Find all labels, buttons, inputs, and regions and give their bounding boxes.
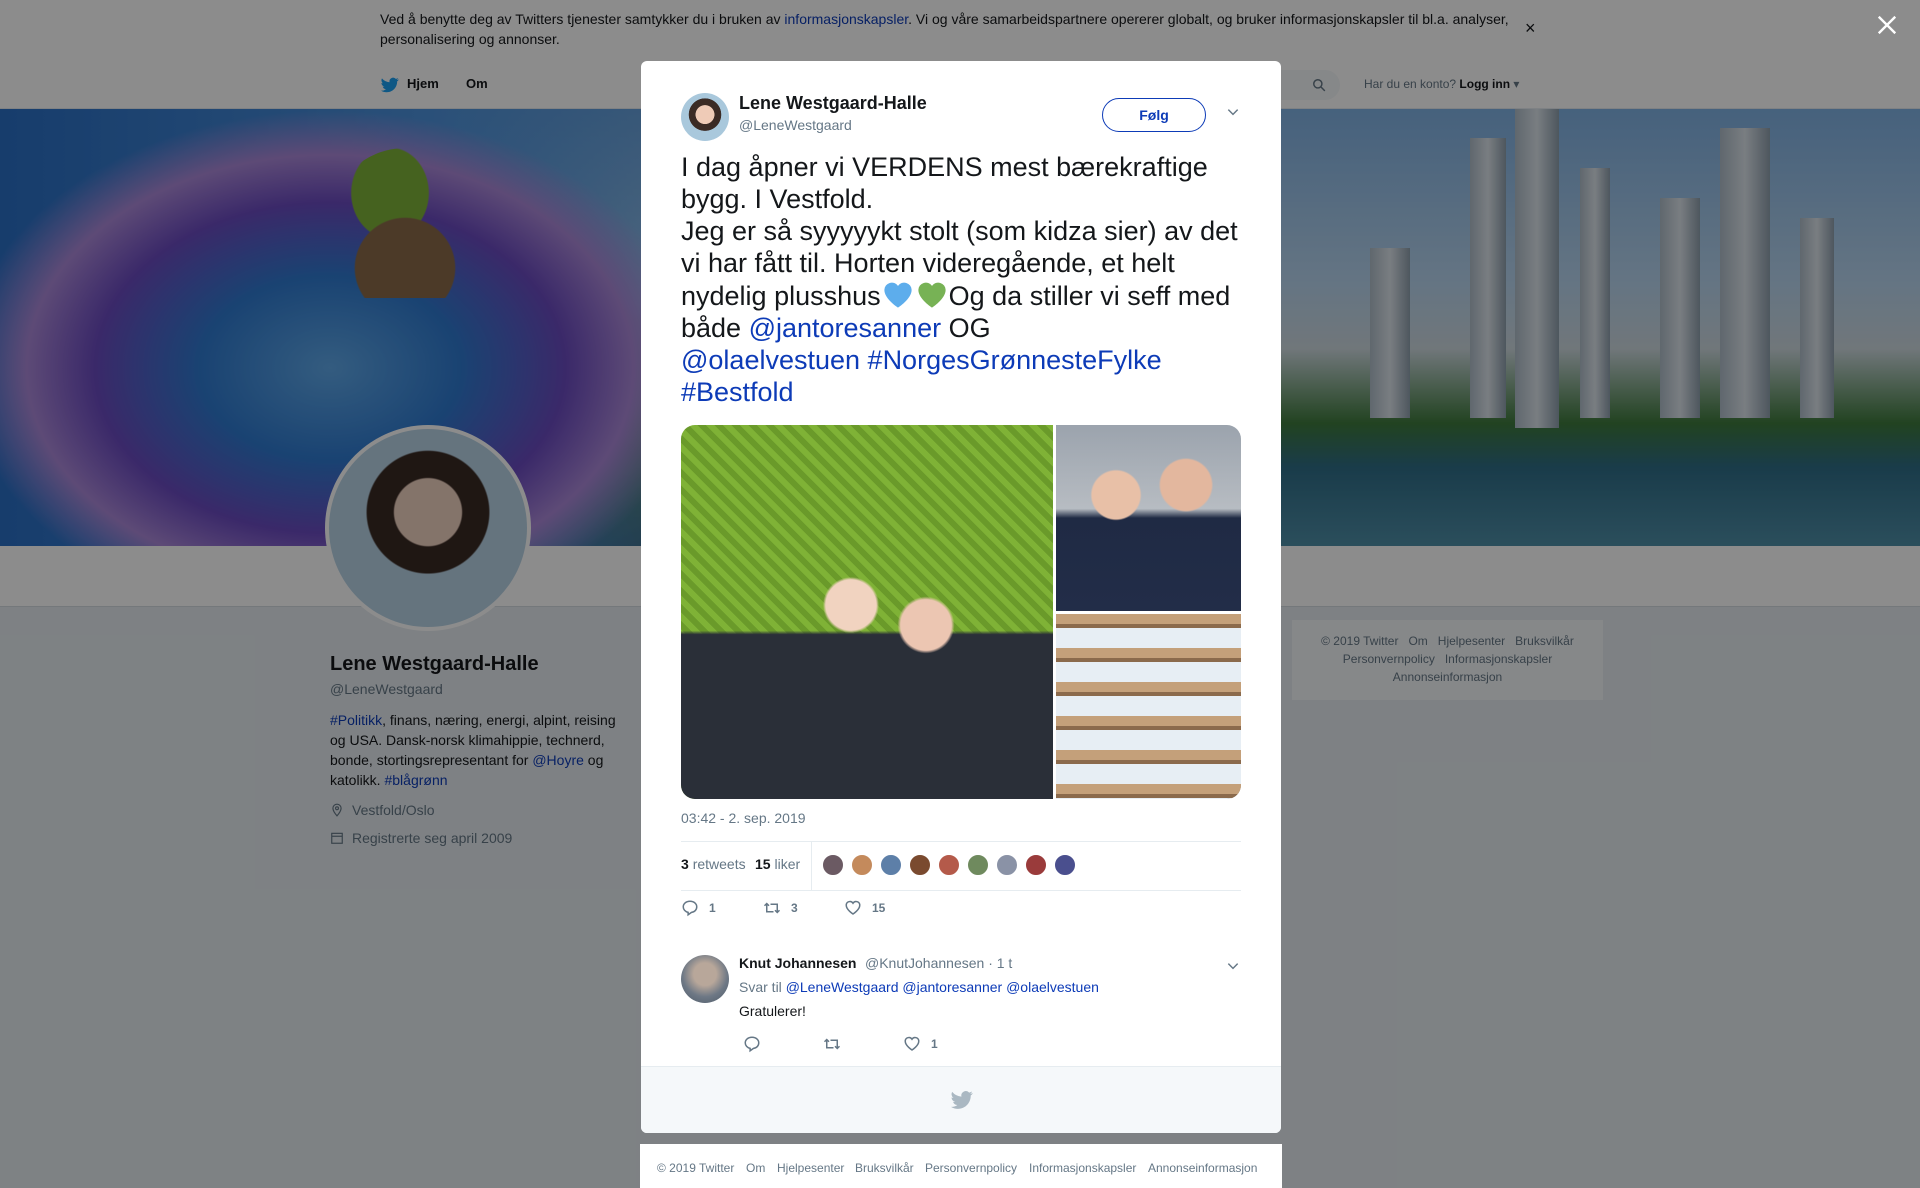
footer-link[interactable]: Personvernpolicy [925,1161,1017,1175]
reply-author-handle[interactable]: @KnutJohannesen · 1 t [865,955,1012,971]
reply-retweet-button[interactable] [823,1035,851,1053]
tweet-photo-1[interactable] [681,425,1053,799]
liker-avatar[interactable] [850,853,874,877]
retweet-count: 3 [791,901,798,915]
hashtag-norgesgronnestefylke[interactable]: #NorgesGrønnesteFylke [868,345,1162,375]
tweet-actions: 1 3 15 [681,899,1241,923]
footer-link[interactable]: Annonseinformasjon [1148,1161,1257,1175]
liker-avatar[interactable] [908,853,932,877]
liker-avatar[interactable] [879,853,903,877]
liker-avatar[interactable] [995,853,1019,877]
twitter-bird-icon [951,1091,973,1109]
likes-count: 15 [755,856,771,872]
chevron-down-icon[interactable] [1226,105,1240,119]
reply-author-name[interactable]: Knut Johannesen [739,955,856,971]
retweet-icon [763,902,781,914]
reply-to: Svar til @LeneWestgaard @jantoresanner @… [739,979,1099,995]
stats-divider [811,842,812,890]
hashtag-bestfold[interactable]: #Bestfold [681,377,794,407]
chevron-down-icon[interactable] [1226,959,1240,973]
reply-button[interactable]: 1 [681,899,716,917]
retweets-label: retweets [692,856,746,872]
footer-link[interactable]: © 2019 Twitter [657,1161,734,1175]
tweet-timestamp: 03:42 - 2. sep. 2019 [681,810,806,826]
like-button[interactable]: 15 [844,899,885,917]
reply-count: 1 [709,901,716,915]
close-icon[interactable] [1876,14,1898,36]
liker-avatar[interactable] [821,853,845,877]
mention-olaelvestuen[interactable]: @olaelvestuen [681,345,860,375]
retweets-stat[interactable]: 3 retweets [681,856,746,872]
tweet-media [681,425,1241,799]
blue-heart-icon [884,282,912,308]
footer-link[interactable]: Hjelpesenter [777,1161,844,1175]
mention-jantoresanner[interactable]: @jantoresanner [749,313,942,343]
reply-icon [744,1036,760,1053]
retweet-button[interactable]: 3 [763,899,798,917]
tweet-stats: 3 retweets 15 liker [681,841,1241,891]
liker-avatar[interactable] [1024,853,1048,877]
liker-avatar[interactable] [937,853,961,877]
reply-avatar[interactable] [681,955,729,1003]
likes-stat[interactable]: 15 liker [755,856,800,872]
liker-avatar[interactable] [966,853,990,877]
tweet-photo-3[interactable] [1056,614,1241,799]
retweet-icon [823,1038,841,1050]
tweet-text-line: I dag åpner vi VERDENS mest bærekraftige… [681,152,1208,214]
tweet-modal: Lene Westgaard-Halle @LeneWestgaard Følg… [641,61,1281,1133]
modal-bottom [641,1066,1281,1133]
author-handle[interactable]: @LeneWestgaard [739,117,852,133]
liker-avatar[interactable] [1053,853,1077,877]
likes-label: liker [774,856,801,872]
green-heart-icon [918,282,946,308]
reply-to-mentions[interactable]: @LeneWestgaard @jantoresanner @olaelvest… [786,979,1099,995]
tweet-text-og: OG [941,313,991,343]
follow-button[interactable]: Følg [1102,98,1206,132]
reply-like-count: 1 [931,1037,938,1051]
reply-tweet[interactable]: Knut Johannesen @KnutJohannesen · 1 t Sv… [681,955,1241,1065]
bottom-footer: © 2019 Twitter Om Hjelpesenter Bruksvilk… [640,1144,1282,1188]
like-icon [845,900,861,915]
reply-reply-button[interactable] [743,1035,771,1053]
retweets-count: 3 [681,856,689,872]
reply-to-prefix: Svar til [739,979,786,995]
tweet-text: I dag åpner vi VERDENS mest bærekraftige… [681,151,1241,408]
reply-like-button[interactable]: 1 [903,1035,938,1053]
reply-icon [682,900,698,917]
footer-link[interactable]: Om [746,1161,765,1175]
tweet-photo-2[interactable] [1056,425,1241,611]
like-icon [904,1036,920,1051]
like-count: 15 [872,901,886,915]
footer-link[interactable]: Informasjonskapsler [1029,1161,1136,1175]
author-name[interactable]: Lene Westgaard-Halle [739,93,927,114]
reply-text: Gratulerer! [739,1003,806,1019]
footer-link[interactable]: Bruksvilkår [855,1161,914,1175]
author-avatar[interactable] [681,93,729,141]
